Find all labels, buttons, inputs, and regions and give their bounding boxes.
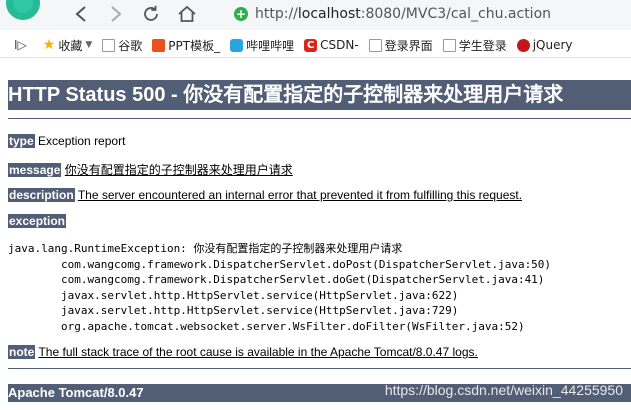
bookmark-label: jQuery [532,38,573,52]
description-label: description [8,188,75,202]
type-value: Exception report [38,134,126,148]
bookmark-label: CSDN- [320,38,359,52]
page-icon [102,38,116,52]
home-icon [178,5,196,22]
reload-icon [144,5,158,21]
url-path: :8080/MVC3/cal_chu.action [360,6,552,22]
message-value: 你没有配置指定的子控制器来处理用户请求 [64,163,293,177]
browser-toolbar: + http://localhost:8080/MVC3/cal_chu.act… [0,0,631,30]
divider [8,368,631,369]
bookmark-label: 哔哩哔哩 [246,38,295,53]
reload-button[interactable] [140,3,162,25]
page-title: HTTP Status 500 - 你没有配置指定的子控制器来处理用户请求 [8,80,631,110]
bookmark-google[interactable]: 谷歌 [102,37,142,54]
jquery-icon [516,38,530,52]
page-icon [368,38,382,52]
bookmark-jquery[interactable]: jQuery [516,38,573,52]
url-scheme: http:// [255,6,298,22]
bookmarks-bar: I▷ ★ 收藏 ▼ 谷歌 PPT模板_ 哔哩哔哩 C CSDN- 登录界面 学生登录 … [0,33,631,58]
note-row: note The full stack trace of the root ca… [8,345,478,359]
forward-arrow-icon [111,6,122,22]
bookmark-label: 谷歌 [118,38,143,53]
bookmark-csdn[interactable]: C CSDN- [304,38,359,52]
bookmark-label: 学生登录 [458,38,507,53]
back-arrow-icon [75,6,86,22]
bookmark-favorites[interactable]: ★ 收藏 ▼ [43,37,93,54]
bookmark-label: PPT模板_ [168,38,221,53]
exception-label: exception [8,214,67,228]
watermark: https://blog.csdn.net/weixin_44255950 [384,382,623,398]
home-button[interactable] [176,3,198,25]
bookmark-login[interactable]: 登录界面 [368,37,433,54]
message-label: message [8,163,62,177]
type-label: type [8,134,35,148]
bookmark-student-login[interactable]: 学生登录 [442,37,507,54]
chevron-down-icon: ▼ [85,40,93,50]
description-row: description The server encountered an in… [8,188,522,202]
secure-shield-icon: + [234,7,248,21]
divider [8,118,631,119]
address-bar[interactable]: + http://localhost:8080/MVC3/cal_chu.act… [234,2,631,26]
description-value: The server encountered an internal error… [77,188,523,202]
note-label: note [8,345,36,359]
bookmark-ppt[interactable]: PPT模板_ [152,37,220,54]
star-icon: ★ [42,36,56,53]
exception-row: exception [8,214,67,228]
bookmark-label: 收藏 [58,38,83,53]
page-icon [442,38,456,52]
bookmark-bilibili[interactable]: 哔哩哔哩 [230,37,294,54]
message-row: message 你没有配置指定的子控制器来处理用户请求 [8,161,293,178]
csdn-icon: C [304,38,318,52]
type-row: type Exception report [8,134,125,148]
stack-trace: java.lang.RuntimeException: 你没有配置指定的子控制器… [8,242,552,333]
reader-mode-icon[interactable]: I▷ [14,38,27,52]
ppt-icon [152,38,166,52]
forward-button[interactable] [105,3,127,25]
bookmark-label: 登录界面 [384,38,433,53]
bilibili-icon [230,38,244,52]
url-host: localhost [297,6,361,22]
back-button[interactable] [70,3,92,25]
note-value: The full stack trace of the root cause i… [38,345,478,359]
browser-logo-icon [6,0,40,20]
page-content: HTTP Status 500 - 你没有配置指定的子控制器来处理用户请求 ty… [0,58,631,410]
